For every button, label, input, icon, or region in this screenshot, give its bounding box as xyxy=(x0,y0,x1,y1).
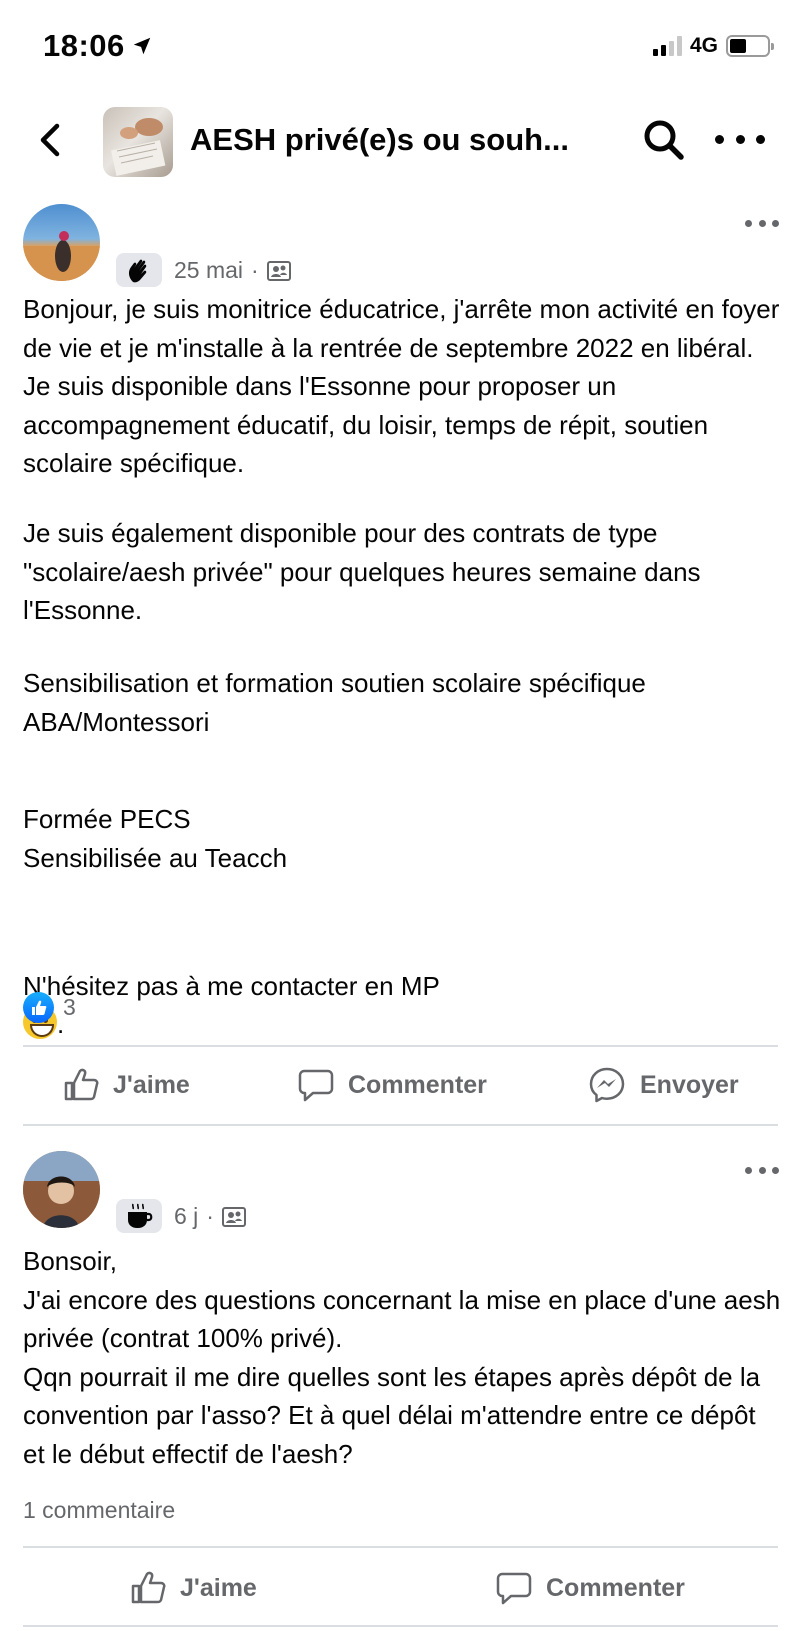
dot xyxy=(715,134,724,144)
group-avatar[interactable] xyxy=(103,107,173,177)
status-bar: 18:06 4G xyxy=(0,0,800,95)
post-options-button[interactable] xyxy=(745,1167,779,1177)
back-button[interactable] xyxy=(30,118,70,162)
dot xyxy=(735,134,745,144)
post-action-bar: J'aime Commenter Envoyer xyxy=(0,1050,800,1120)
signal-strength-icon xyxy=(652,36,682,56)
like-button[interactable]: J'aime xyxy=(130,1553,257,1623)
send-label: Envoyer xyxy=(640,1070,739,1099)
chevron-left-icon xyxy=(40,123,60,157)
group-header: AESH privé(e)s ou souh... xyxy=(0,102,800,182)
author-avatar[interactable] xyxy=(23,1151,100,1228)
closing-text: N'hésitez pas à me contacter en MP xyxy=(23,970,440,1001)
time-label: 18:06 xyxy=(43,28,125,63)
meta-separator: · xyxy=(206,1203,214,1229)
post-date[interactable]: 25 mai xyxy=(174,257,243,284)
members-audience-icon xyxy=(266,260,291,281)
post-text-paragraph: Je suis également disponible pour des co… xyxy=(23,518,701,625)
member-badge[interactable] xyxy=(116,1199,162,1233)
like-button[interactable]: J'aime xyxy=(63,1050,190,1120)
thumbs-up-icon xyxy=(131,1571,166,1604)
group-title[interactable]: AESH privé(e)s ou souh... xyxy=(190,122,569,158)
battery-icon xyxy=(726,35,774,57)
coffee-cup-icon xyxy=(128,1203,153,1228)
dot xyxy=(756,134,765,144)
post-meta: 6 j · xyxy=(174,1203,246,1230)
waving-hand-icon xyxy=(128,259,147,283)
post-meta: 25 mai · xyxy=(174,257,291,284)
author-avatar[interactable] xyxy=(23,204,100,281)
post-date[interactable]: 6 j xyxy=(174,1203,198,1230)
more-options-button[interactable] xyxy=(715,124,765,154)
post-text-paragraph: Sensibilisation et formation soutien sco… xyxy=(23,668,646,737)
member-badge[interactable] xyxy=(116,253,162,287)
post-text-paragraph: Bonjour, je suis monitrice éducatrice, j… xyxy=(23,294,780,478)
divider xyxy=(23,1045,778,1047)
comment-button[interactable]: Commenter xyxy=(298,1050,487,1120)
post-action-bar: J'aime Commenter xyxy=(0,1553,800,1623)
post-text-closing: N'hésitez pas à me contacter en MP . xyxy=(23,928,783,1044)
comment-label: Commenter xyxy=(348,1070,487,1099)
meta-separator: · xyxy=(251,257,259,283)
status-indicators: 4G xyxy=(652,34,774,58)
reactions-summary[interactable]: 3 xyxy=(23,992,76,1023)
like-label: J'aime xyxy=(180,1573,257,1602)
comment-button[interactable]: Commenter xyxy=(496,1553,685,1623)
comment-bubble-icon xyxy=(496,1572,532,1605)
comment-label: Commenter xyxy=(546,1573,685,1602)
send-button[interactable]: Envoyer xyxy=(588,1050,739,1120)
post-text: Bonsoir, J'ai encore des questions conce… xyxy=(23,1246,781,1469)
network-type: 4G xyxy=(689,34,718,57)
reaction-count: 3 xyxy=(63,994,76,1020)
post-text-paragraph: Formée PECS Sensibilisée au Teacch xyxy=(23,804,288,873)
thumbs-up-icon xyxy=(64,1068,99,1101)
members-audience-icon xyxy=(221,1206,246,1227)
avatar-photo xyxy=(23,231,100,281)
comment-bubble-icon xyxy=(298,1069,334,1102)
search-button[interactable] xyxy=(640,116,688,164)
search-icon xyxy=(644,120,684,160)
comment-count[interactable]: 1 commentaire xyxy=(23,1497,175,1524)
divider xyxy=(23,1124,778,1126)
location-arrow-icon xyxy=(133,37,151,55)
like-label: J'aime xyxy=(113,1070,190,1099)
post-options-button[interactable] xyxy=(745,220,779,230)
messenger-icon xyxy=(589,1067,625,1103)
avatar-photo xyxy=(23,1151,100,1228)
group-cover-image xyxy=(111,118,166,176)
divider xyxy=(23,1625,778,1627)
divider xyxy=(23,1546,778,1548)
like-reaction-icon xyxy=(23,992,54,1023)
status-time: 18:06 xyxy=(43,28,153,64)
